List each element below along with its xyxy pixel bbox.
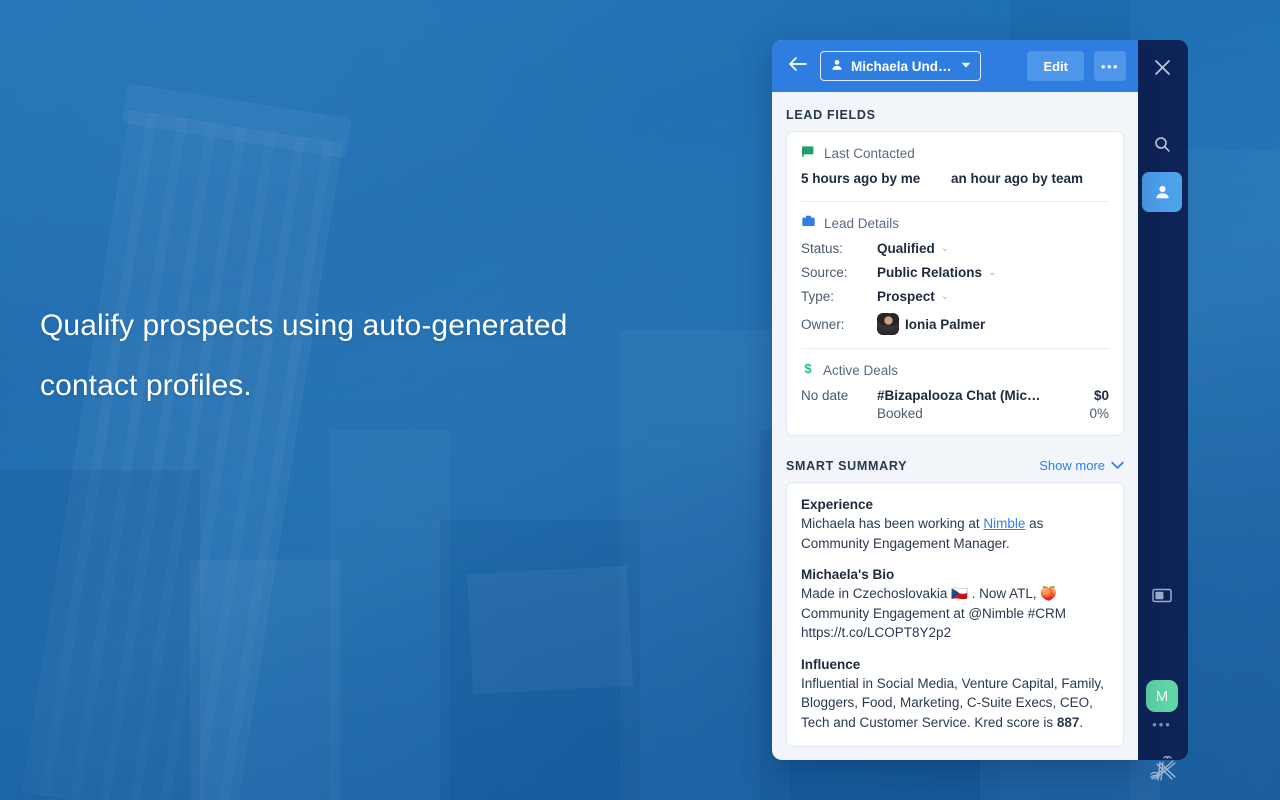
summary-text-after: .	[1079, 714, 1084, 730]
nimble-link[interactable]: Nimble	[983, 516, 1025, 531]
summary-heading: Michaela's Bio	[801, 567, 895, 582]
briefcase-icon	[801, 214, 816, 232]
edit-button[interactable]: Edit	[1027, 51, 1084, 81]
edit-button-label: Edit	[1043, 58, 1068, 74]
kred-score: 887	[1056, 714, 1080, 730]
chevron-down-icon	[961, 61, 971, 71]
panel-more-button[interactable]: •••	[1094, 51, 1126, 81]
smart-summary-card: Experience Michaela has been working at …	[786, 482, 1124, 747]
chevron-down-icon: ⌄	[988, 267, 997, 278]
summary-text: Made in Czechoslovakia 🇨🇿 . Now ATL, 🍑 C…	[801, 586, 1067, 640]
summary-block-experience: Experience Michaela has been working at …	[801, 497, 1109, 553]
active-deals-group: $ Active Deals	[801, 361, 1109, 379]
lead-details-label: Lead Details	[824, 215, 900, 231]
field-type-key: Type:	[801, 289, 835, 304]
chevron-down-icon: ⌄	[940, 291, 950, 302]
summary-block-influence: Influence Influential in Social Media, V…	[801, 657, 1109, 733]
field-source-key: Source:	[801, 265, 848, 280]
dollar-icon: $	[801, 361, 815, 379]
field-source-value[interactable]: Public Relations ⌄	[877, 265, 996, 280]
close-button[interactable]	[1142, 47, 1182, 87]
smart-summary-title: SMART SUMMARY	[786, 458, 908, 473]
sidebar-item-panel-toggle[interactable]	[1142, 575, 1182, 615]
field-type-text: Prospect	[877, 289, 935, 304]
divider	[801, 348, 1109, 349]
summary-heading: Experience	[801, 497, 874, 512]
sidebar-more-label: •••	[1152, 717, 1172, 732]
deal-name: #Bizapalooza Chat (Mic…	[877, 388, 1041, 403]
divider	[801, 201, 1109, 202]
search-icon	[1154, 136, 1171, 153]
lead-fields-title: LEAD FIELDS	[786, 108, 876, 122]
deal-date: No date	[801, 388, 849, 403]
panel-toggle-icon	[1152, 587, 1172, 603]
panel-header: Michaela Und… Edit •••	[772, 40, 1138, 92]
contact-name-label: Michaela Und…	[851, 58, 952, 74]
field-source: Source: Public Relations ⌄	[801, 265, 1109, 280]
show-more-button[interactable]: Show more	[1039, 458, 1124, 473]
sidebar-more-button[interactable]: •••	[1136, 718, 1188, 731]
summary-text: Michaela has been working at Nimble as C…	[801, 514, 1109, 553]
last-contacted-by-me: 5 hours ago by me	[801, 171, 921, 186]
last-contacted-values: 5 hours ago by me an hour ago by team	[801, 171, 1109, 188]
field-owner: Owner: Ionia Palmer	[801, 313, 1109, 335]
field-owner-name: Ionia Palmer	[905, 316, 986, 332]
smart-summary-header: SMART SUMMARY Show more	[772, 436, 1138, 482]
summary-text-before: Michaela has been working at	[801, 516, 984, 531]
last-contacted-by-team: an hour ago by team	[951, 171, 1084, 186]
deal-amount: $0	[1093, 388, 1109, 403]
last-contacted-label: Last Contacted	[824, 145, 915, 161]
brand-logo-icon	[1146, 752, 1180, 786]
last-contacted-group: Last Contacted	[801, 144, 1109, 162]
field-source-text: Public Relations	[877, 265, 983, 280]
hero-line-1: Qualify prospects using auto-generated	[40, 309, 568, 342]
field-type-value[interactable]: Prospect ⌄	[877, 289, 949, 304]
sidebar-item-contacts[interactable]	[1142, 172, 1182, 212]
back-button[interactable]	[784, 53, 810, 79]
sidebar-item-search[interactable]	[1142, 124, 1182, 164]
summary-text: Influential in Social Media, Venture Cap…	[801, 674, 1109, 733]
avatar	[877, 313, 899, 335]
contact-name-dropdown[interactable]: Michaela Und…	[820, 51, 981, 81]
summary-heading: Influence	[801, 656, 861, 672]
back-arrow-icon	[788, 56, 807, 77]
show-more-label: Show more	[1039, 458, 1105, 473]
person-icon	[1153, 183, 1172, 202]
active-deals-label: Active Deals	[823, 362, 899, 378]
flag-icon	[801, 144, 816, 162]
user-avatar-initial: M	[1155, 687, 1169, 705]
deal-row[interactable]: No date #Bizapalooza Chat (Mic… Booked $…	[801, 388, 1109, 421]
field-type: Type: Prospect ⌄	[801, 289, 1109, 304]
contact-detail-panel: Michaela Und… Edit ••• LEAD FIELDS Last …	[772, 40, 1138, 760]
lead-fields-header: LEAD FIELDS	[772, 92, 1138, 131]
field-status: Status: Qualified ⌄	[801, 241, 1109, 256]
field-owner-key: Owner:	[801, 316, 845, 332]
field-status-key: Status:	[801, 241, 844, 256]
chevron-down-icon	[1111, 458, 1124, 473]
summary-block-bio: Michaela's Bio Made in Czechoslovakia 🇨🇿…	[801, 567, 1109, 643]
field-owner-value[interactable]: Ionia Palmer	[877, 313, 985, 335]
deal-stage: Booked	[877, 406, 923, 421]
field-status-text: Qualified	[877, 241, 935, 256]
panel-more-label: •••	[1100, 58, 1120, 74]
hero-text: Qualify prospects using auto-generated c…	[40, 296, 700, 416]
chevron-down-icon: ⌄	[940, 243, 950, 254]
hero-line-2: contact profiles.	[40, 369, 252, 402]
person-icon	[830, 58, 844, 75]
user-avatar[interactable]: M	[1146, 680, 1178, 712]
lead-details-group: Lead Details	[801, 214, 1109, 232]
app-sidebar: M •••	[1136, 40, 1188, 781]
lead-fields-card: Last Contacted 5 hours ago by me an hour…	[786, 131, 1124, 436]
deal-percent: 0%	[1089, 406, 1109, 421]
field-status-value[interactable]: Qualified ⌄	[877, 241, 949, 256]
svg-text:$: $	[804, 361, 812, 376]
close-icon	[1154, 59, 1171, 76]
